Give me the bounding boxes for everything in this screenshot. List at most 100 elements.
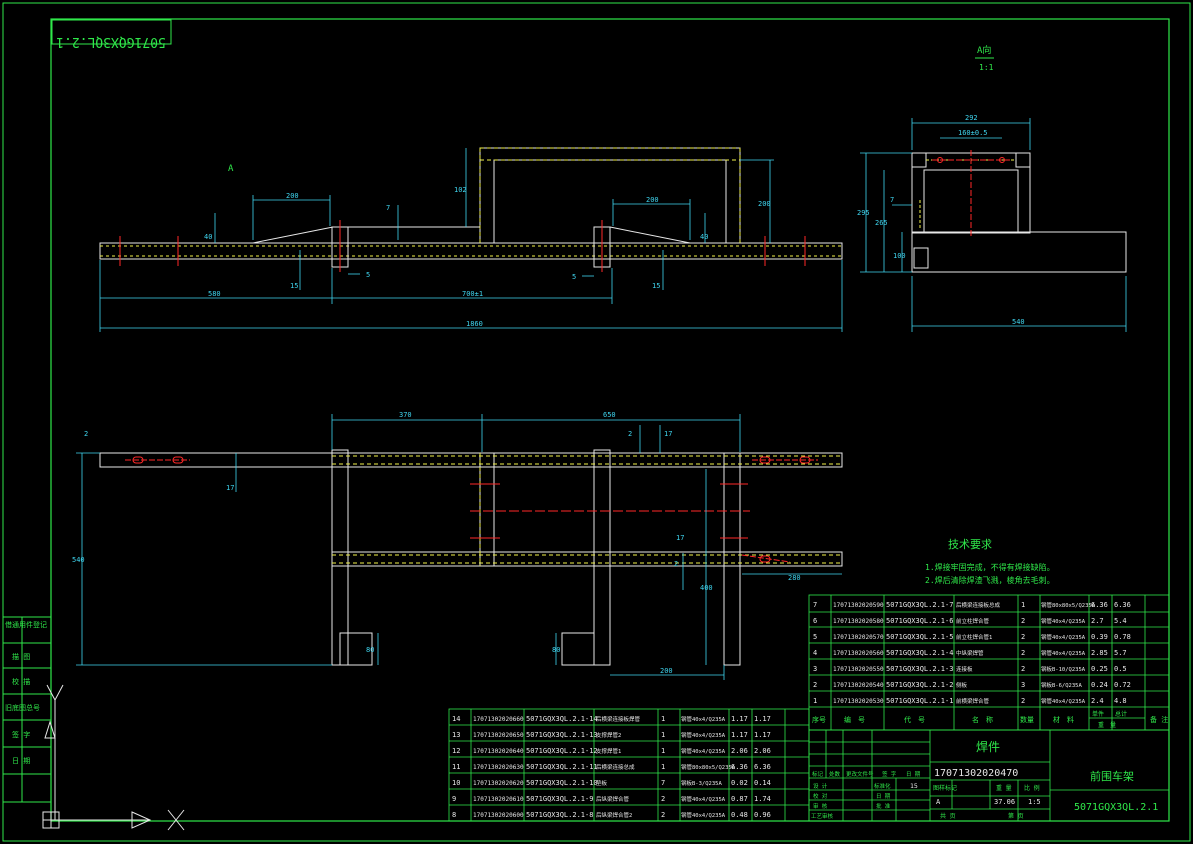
cell: 4.8 xyxy=(1114,697,1127,705)
cell: 17071302020620 xyxy=(473,780,524,787)
side-dims xyxy=(860,118,1127,332)
cell: 5071GQX3QL.2.1-13 xyxy=(526,731,598,739)
title-block-texts: 焊件 17071302020470 前围车架 5071GQX3QL.2.1 图样… xyxy=(811,739,1158,820)
tech-req-title: 技术要求 xyxy=(948,538,992,551)
cell: 1 xyxy=(661,731,665,739)
cell: 5.4 xyxy=(1114,617,1127,625)
strip-label: 校 描 xyxy=(12,677,30,686)
cell: 连接板 xyxy=(956,665,973,673)
cell: 5071GQX3QL.2.1-10 xyxy=(526,779,598,787)
field-label: 共 页 xyxy=(940,812,956,820)
cell: 1 xyxy=(813,697,817,705)
cell: 17071302020650 xyxy=(473,732,524,739)
cell: 17071302020640 xyxy=(473,748,524,755)
title-name: 前围车架 xyxy=(1090,769,1134,783)
cell: 17071302020570 xyxy=(833,634,884,641)
dim-text: 650 xyxy=(603,411,616,419)
cell: 14 xyxy=(452,715,460,723)
strip-label: 签 字 xyxy=(12,730,30,739)
role-label: 设 计 xyxy=(813,782,828,790)
cell: 5071GQX3QL.2.1-3 xyxy=(886,665,953,673)
cell: 后横梁连接总成 xyxy=(596,763,635,771)
cell: 6.36 xyxy=(731,763,748,771)
dim-text: 2 xyxy=(674,560,678,568)
row-label: 日 期 xyxy=(906,771,921,778)
dim-text: 580 xyxy=(208,290,221,298)
cell: 0.48 xyxy=(731,811,748,819)
cell: 2.06 xyxy=(731,747,748,755)
cell: 1 xyxy=(661,763,665,771)
cell: 0.14 xyxy=(754,779,771,787)
cell: 0.96 xyxy=(754,811,771,819)
bom-row: 4 17071302020560 5071GQX3QL.2.1-4 中纵梁焊管 … xyxy=(813,649,1127,657)
section-label: A向 xyxy=(977,44,991,56)
tech-req-item: 2.焊后清除焊渣飞溅，棱角去毛刺。 xyxy=(925,575,1055,585)
cell: 12 xyxy=(452,747,460,755)
stamp-text: 5071GQX3QL.2.1 xyxy=(56,34,166,49)
cell: 4 xyxy=(813,649,817,657)
bom-right-rows: 7 17071302020590 5071GQX3QL.2.1-7 后横梁连接板… xyxy=(812,601,1168,729)
cell: 钢板B-10/Q235A xyxy=(1041,665,1086,673)
cell: 前横梁焊合管 xyxy=(956,697,990,705)
cell: 17071302020630 xyxy=(473,764,524,771)
dim-text: 292 xyxy=(965,114,978,122)
cell: 17071302020550 xyxy=(833,666,884,673)
dim-text: 7 xyxy=(890,196,894,204)
plan-dim-texts: 370 650 540 2 17 17 17 2 2 280 400 200 8… xyxy=(72,411,801,675)
cell: 后纵梁焊合管 xyxy=(596,795,630,803)
header-cell: 名 称 xyxy=(972,715,993,724)
bom-header: 序号 编 号 代 号 名 称 数量 材 料 单件 总计 重 量 备 注 xyxy=(812,710,1168,729)
field-label: 批 准 xyxy=(876,802,891,810)
bom-row: 7 17071302020590 5071GQX3QL.2.1-7 后横梁连接板… xyxy=(813,601,1131,609)
cell: 10 xyxy=(452,779,460,787)
side-body xyxy=(911,152,1127,273)
header-cell: 代 号 xyxy=(904,715,925,724)
front-dim-texts: 200 200 7 5 5 15 15 40 40 102 200 580 70… xyxy=(204,186,771,328)
dim-text: 540 xyxy=(72,556,85,564)
cell: 后纵梁焊合管2 xyxy=(596,811,632,819)
cell: 2 xyxy=(1021,665,1025,673)
cell: 钢板B-3/Q235A xyxy=(681,779,722,787)
cell: 5071GQX3QL.2.1-4 xyxy=(886,649,953,657)
side-centerlines xyxy=(932,150,1010,238)
dim-text: 17 xyxy=(226,484,234,492)
dim-text: 40 xyxy=(204,233,212,241)
cell: 13 xyxy=(452,731,460,739)
cell: 中纵梁焊管 xyxy=(956,649,984,657)
title-type: 焊件 xyxy=(976,739,1000,754)
title-weight: 37.06 xyxy=(994,798,1015,806)
row-label: 签 字 xyxy=(882,770,897,778)
dim-text: 40 xyxy=(700,233,708,241)
tech-req-item: 1.焊接牢固完成，不得有焊接缺陷。 xyxy=(925,562,1055,572)
cell: 2.06 xyxy=(754,747,771,755)
dim-text: 280 xyxy=(788,574,801,582)
plan-tubes xyxy=(99,449,843,666)
cell: 1.17 xyxy=(731,715,748,723)
cell: 5071GQX3QL.2.1-6 xyxy=(886,617,953,625)
cell: 支撑焊管1 xyxy=(596,747,621,755)
cad-drawing-canvas: 5071GQX3QL.2.1 借通用件登记 描 图 校 描 旧底图总号 签 字 … xyxy=(2,2,1191,842)
row-label: 更改文件号 xyxy=(846,770,874,778)
field-label: 日 期 xyxy=(876,793,891,800)
dim-text: 5 xyxy=(572,273,576,281)
bom-row: 12 17071302020640 5071GQX3QL.2.1-12 支撑焊管… xyxy=(452,747,771,755)
dim-text: 200 xyxy=(286,192,299,200)
cell: 钢管40x4/Q235A xyxy=(1041,633,1086,641)
dim-text: 265 xyxy=(875,219,888,227)
cell: 17071302020610 xyxy=(473,796,524,803)
dim-text: 700±1 xyxy=(462,290,483,298)
cell: 2 xyxy=(661,795,665,803)
cell: 垫板 xyxy=(596,779,608,787)
cell: 1 xyxy=(661,747,665,755)
cell: 8 xyxy=(452,811,456,819)
front-view: 200 200 7 5 5 15 15 40 40 102 200 580 70… xyxy=(99,147,843,332)
cell: 5071GQX3QL.2.1-5 xyxy=(886,633,953,641)
strip-label: 描 图 xyxy=(12,652,30,661)
cell: 5071GQX3QL.2.1-2 xyxy=(886,681,953,689)
cell: 1.17 xyxy=(731,731,748,739)
cell: 6.36 xyxy=(754,763,771,771)
cell: 2.7 xyxy=(1091,617,1104,625)
side-dim-texts: 292 160±0.5 295 265 100 7 540 xyxy=(857,114,1025,326)
dim-text: 2 xyxy=(84,430,88,438)
strip-label: 日 期 xyxy=(12,757,30,765)
